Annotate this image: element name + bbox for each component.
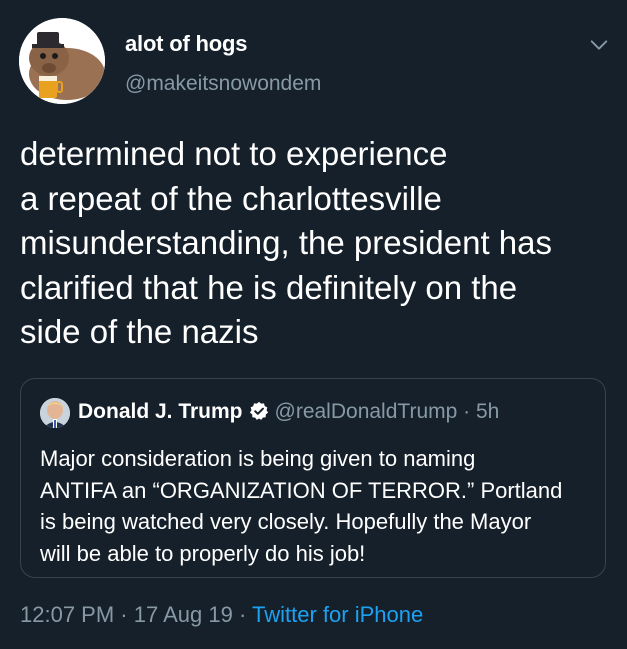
quoted-tweet-card[interactable]: Donald J. Trump @realDonaldTrump · 5h Ma… xyxy=(20,378,606,578)
tweet-text-line: determined not to experience xyxy=(20,135,448,172)
quoted-display-name[interactable]: Donald J. Trump xyxy=(78,400,243,423)
quoted-handle[interactable]: @realDonaldTrump xyxy=(275,400,458,423)
separator-dot: · xyxy=(238,602,247,627)
separator-dot: · xyxy=(120,602,128,627)
quoted-author-avatar[interactable] xyxy=(40,398,70,428)
tweet-source-link[interactable]: Twitter for iPhone xyxy=(252,602,423,627)
tweet-date[interactable]: 17 Aug 19 xyxy=(134,602,233,627)
quoted-text-line: is being watched very closely. Hopefully… xyxy=(40,509,532,534)
tweet-text-line: side of the nazis xyxy=(20,313,259,350)
chevron-down-icon[interactable] xyxy=(588,34,610,56)
author-display-name[interactable]: alot of hogs xyxy=(125,31,247,57)
tweet-meta: 12:07 PM · 17 Aug 19 · Twitter for iPhon… xyxy=(20,602,423,628)
tweet-text-line: clarified that he is definitely on the xyxy=(20,268,518,306)
verified-badge-icon xyxy=(249,401,268,420)
quoted-text-line: Major consideration is being given to na… xyxy=(40,446,476,471)
tweet-text-line: a repeat of the charlottesville xyxy=(20,179,442,217)
author-avatar[interactable] xyxy=(19,18,105,104)
quoted-tweet-header: Donald J. Trump @realDonaldTrump · 5h xyxy=(78,399,499,425)
tweet-text-line: misunderstanding, the president has xyxy=(20,224,552,261)
tweet-time[interactable]: 12:07 PM xyxy=(20,602,114,627)
quoted-tweet-text: Major consideration is being given to na… xyxy=(40,443,600,569)
hog-avatar-image xyxy=(19,18,105,104)
quoted-timestamp[interactable]: 5h xyxy=(476,400,499,423)
quoted-text-line: ANTIFA an “ORGANIZATION OF TERROR.” Port… xyxy=(40,477,563,503)
trump-avatar-image xyxy=(40,398,70,428)
tweet-text: determined not to experience a repeat of… xyxy=(20,132,610,355)
author-handle[interactable]: @makeitsnowondem xyxy=(125,72,321,96)
separator-dot: · xyxy=(463,400,471,423)
quoted-text-line: will be able to properly do his job! xyxy=(40,540,366,566)
